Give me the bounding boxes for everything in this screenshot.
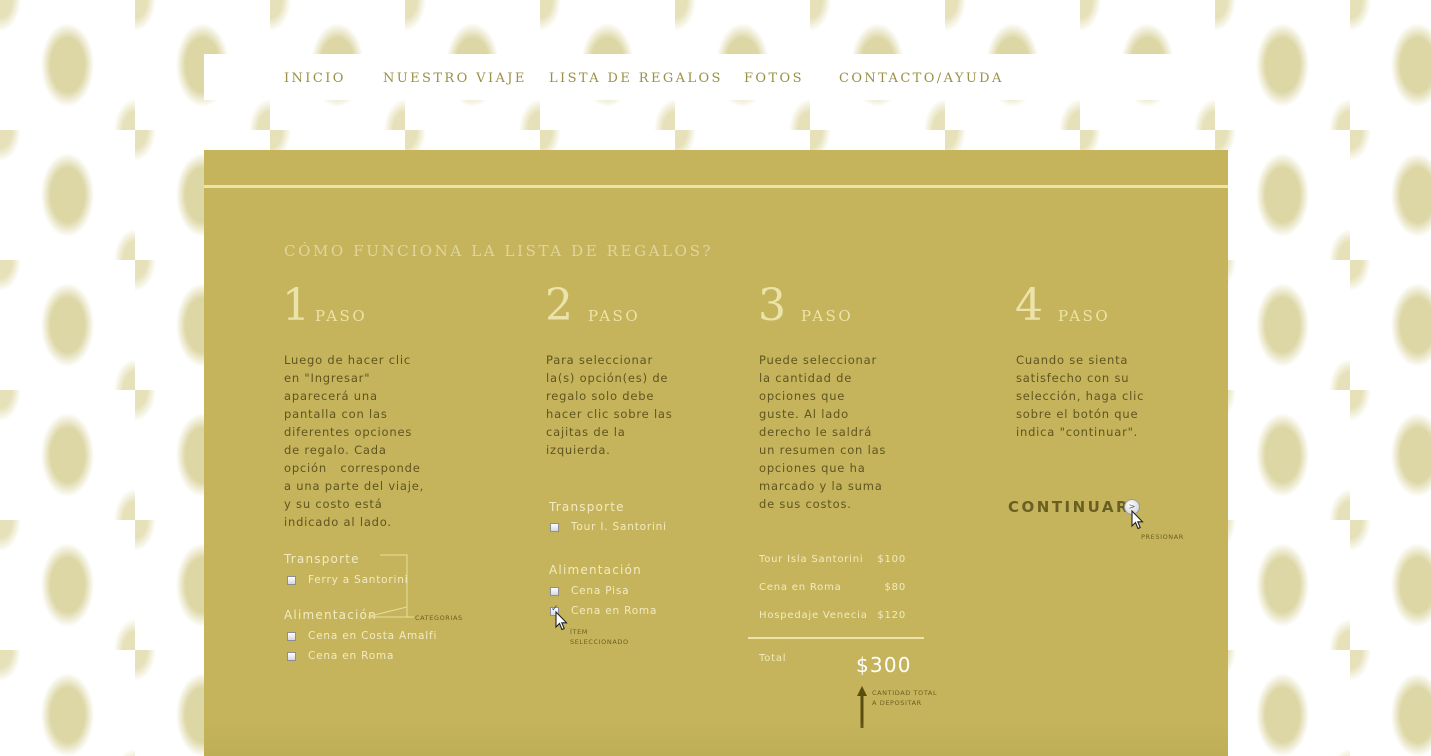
total-label: Total bbox=[759, 653, 787, 664]
checkbox[interactable] bbox=[287, 576, 296, 585]
page-title: CÓMO FUNCIONA LA LISTA DE REGALOS? bbox=[284, 242, 714, 260]
checkbox[interactable] bbox=[550, 587, 559, 596]
checkbox[interactable] bbox=[287, 632, 296, 641]
step-2-number: 2 bbox=[545, 280, 573, 331]
step-1-description: Luego de hacer clic en "Ingresar" aparecer… bbox=[284, 353, 425, 529]
panel-divider bbox=[204, 185, 1228, 188]
step-1-label: PASO bbox=[315, 307, 368, 325]
summary-row-name: Hospedaje Venecia bbox=[759, 610, 868, 621]
step-1-category-alimentacion: Alimentación bbox=[284, 608, 377, 622]
panel-bottom-shade bbox=[204, 720, 1228, 756]
cursor-icon bbox=[555, 611, 568, 631]
summary-row-name: Cena en Roma bbox=[759, 582, 842, 593]
step-2-label: PASO bbox=[588, 307, 641, 325]
summary-row-price: $100 bbox=[877, 554, 906, 565]
step-3-label: PASO bbox=[801, 307, 854, 325]
summary-row-price: $80 bbox=[884, 582, 906, 593]
nav-contacto-ayuda[interactable]: CONTACTO/AYUDA bbox=[839, 71, 1004, 86]
press-annotation: PRESIONAR bbox=[1141, 533, 1184, 541]
step-2-category-alimentacion: Alimentación bbox=[549, 563, 642, 577]
total-amount: $300 bbox=[856, 653, 912, 677]
how-it-works-panel: CÓMO FUNCIONA LA LISTA DE REGALOS? 1 PAS… bbox=[204, 150, 1228, 756]
step-4-description: Cuando se sienta satisfecho con su selecci… bbox=[1016, 353, 1145, 439]
nav-lista-de-regalos[interactable]: LISTA DE REGALOS bbox=[549, 71, 723, 86]
total-annotation: CANTIDAD TOTAL A DEPOSITAR bbox=[872, 689, 938, 707]
cursor-icon bbox=[1131, 510, 1144, 530]
summary-divider bbox=[748, 637, 924, 639]
selected-item-annotation: ÍTEM SELECCIONADO bbox=[570, 628, 629, 646]
nav-fotos[interactable]: FOTOS bbox=[744, 71, 804, 86]
step-2-category-transporte: Transporte bbox=[549, 500, 625, 514]
step-3-description: Puede seleccionar la cantidad de opciones … bbox=[759, 353, 887, 511]
summary-row-name: Tour Isla Santorini bbox=[759, 554, 864, 565]
nav-inicio[interactable]: INICIO bbox=[284, 71, 346, 86]
checkbox[interactable] bbox=[287, 652, 296, 661]
categories-annotation: CATEGORIAS bbox=[415, 614, 463, 622]
step-3-number: 3 bbox=[758, 280, 786, 331]
step-1-category-transporte: Transporte bbox=[284, 552, 360, 566]
continuar-button[interactable]: CONTINUAR bbox=[1008, 498, 1130, 516]
nav-nuestro-viaje[interactable]: NUESTRO VIAJE bbox=[383, 71, 527, 86]
step-4-number: 4 bbox=[1015, 280, 1043, 331]
step-1-number: 1 bbox=[282, 280, 310, 331]
summary-row-price: $120 bbox=[877, 610, 906, 621]
step-2-description: Para seleccionar la(s) opción(es) de regal… bbox=[546, 353, 673, 457]
top-nav-bar: INICIO NUESTRO VIAJE LISTA DE REGALOS FO… bbox=[204, 54, 1228, 100]
step-4-label: PASO bbox=[1058, 307, 1111, 325]
checkbox[interactable] bbox=[550, 523, 559, 532]
